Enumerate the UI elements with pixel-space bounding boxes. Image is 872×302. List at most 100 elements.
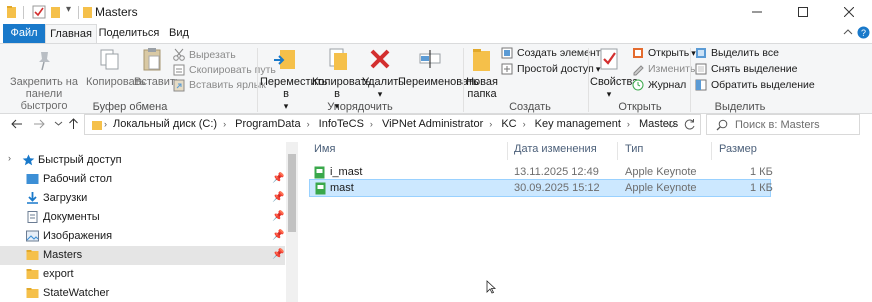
file-size: 1 КБ bbox=[750, 182, 773, 194]
properties-check-icon[interactable] bbox=[32, 5, 46, 19]
file-date: 13.11.2025 12:49 bbox=[514, 166, 599, 178]
nav-item-pictures[interactable]: Изображения 📌 bbox=[0, 227, 285, 246]
edit-button[interactable]: Изменить bbox=[631, 62, 695, 76]
breadcrumb-separator-icon[interactable]: › bbox=[301, 119, 316, 129]
breadcrumb-item[interactable]: Key management bbox=[535, 118, 621, 130]
paste-shortcut-button[interactable]: Вставить ярлык bbox=[172, 78, 266, 92]
delete-x-icon bbox=[370, 49, 390, 69]
cut-label: Вырезать bbox=[189, 49, 236, 61]
scrollbar-thumb[interactable] bbox=[288, 154, 296, 232]
rename-button[interactable]: Переименовать bbox=[398, 46, 479, 88]
new-group-label: Создать bbox=[509, 101, 551, 113]
close-button[interactable] bbox=[826, 0, 872, 24]
column-header-size[interactable]: Размер bbox=[719, 143, 757, 155]
pin-icon[interactable]: 📌 bbox=[272, 192, 284, 203]
file-size: 1 КБ bbox=[750, 166, 773, 178]
help-icon[interactable]: ? bbox=[857, 26, 870, 39]
new-folder-icon[interactable] bbox=[50, 5, 62, 19]
nav-item-label: Загрузки bbox=[43, 192, 88, 204]
window-title: Masters bbox=[95, 5, 138, 19]
up-arrow-icon[interactable] bbox=[68, 117, 79, 130]
breadcrumb-item[interactable]: KC bbox=[501, 118, 516, 130]
nav-pane-scrollbar[interactable] bbox=[286, 142, 298, 302]
cut-button[interactable]: Вырезать bbox=[172, 48, 236, 62]
copy-button[interactable]: Копировать bbox=[86, 46, 145, 88]
close-icon bbox=[844, 7, 854, 17]
column-header-date[interactable]: Дата изменения bbox=[514, 143, 597, 155]
new-item-icon bbox=[501, 47, 513, 59]
recent-locations-chevron-icon[interactable] bbox=[54, 119, 63, 128]
pin-icon bbox=[39, 52, 50, 71]
column-divider[interactable] bbox=[617, 142, 618, 160]
select-none-button[interactable]: Снять выделение bbox=[694, 62, 797, 76]
pin-icon[interactable]: 📌 bbox=[272, 173, 284, 184]
nav-item-desktop[interactable]: Рабочий стол 📌 bbox=[0, 170, 285, 189]
move-to-icon bbox=[274, 50, 295, 69]
nav-item-statewatcher[interactable]: StateWatcher bbox=[0, 284, 285, 302]
column-divider[interactable] bbox=[507, 142, 508, 160]
maximize-button[interactable] bbox=[780, 0, 826, 24]
navigation-bar: › Локальный диск (C:) › ProgramData › Info… bbox=[0, 114, 872, 136]
mouse-cursor-icon bbox=[486, 280, 496, 294]
delete-button[interactable]: Удалить ▾ bbox=[362, 46, 404, 100]
breadcrumb: Локальный диск (C:) › ProgramData › InfoTe… bbox=[113, 118, 678, 130]
history-button[interactable]: Журнал bbox=[631, 78, 686, 92]
breadcrumb-item[interactable]: ProgramData bbox=[235, 118, 300, 130]
refresh-icon[interactable] bbox=[683, 118, 696, 131]
chevron-down-icon[interactable]: › bbox=[8, 153, 11, 163]
pin-icon[interactable]: 📌 bbox=[272, 249, 284, 260]
forward-arrow-icon[interactable] bbox=[33, 118, 46, 130]
minimize-button[interactable] bbox=[734, 0, 780, 24]
breadcrumb-separator-icon[interactable]: › bbox=[483, 119, 498, 129]
column-header-type[interactable]: Тип bbox=[625, 143, 643, 155]
open-button[interactable]: Открыть ▾ bbox=[631, 46, 696, 60]
nav-quick-access[interactable]: › Быстрый доступ bbox=[0, 151, 285, 170]
search-box[interactable]: Поиск в: Masters bbox=[706, 114, 860, 135]
select-none-icon bbox=[695, 63, 707, 75]
address-bar[interactable]: › Локальный диск (C:) › ProgramData › Info… bbox=[84, 114, 701, 135]
new-folder-label: Новая папка bbox=[466, 76, 498, 100]
nav-item-documents[interactable]: Документы 📌 bbox=[0, 208, 285, 227]
new-folder-button[interactable]: Новая папка bbox=[466, 46, 498, 100]
folder-icon bbox=[92, 121, 102, 130]
address-history-chevron-icon[interactable] bbox=[667, 121, 676, 130]
file-name: i_mast bbox=[330, 166, 363, 178]
breadcrumb-item[interactable]: ViPNet Administrator bbox=[382, 118, 483, 130]
easy-access-button[interactable]: Простой доступ ▾ bbox=[500, 62, 600, 76]
chevron-up-icon[interactable] bbox=[843, 27, 853, 37]
properties-button[interactable]: Свойства ▾ bbox=[590, 46, 638, 100]
breadcrumb-separator-icon[interactable]: › bbox=[517, 119, 532, 129]
nav-item-downloads[interactable]: Загрузки 📌 bbox=[0, 189, 285, 208]
quick-access-dropdown[interactable]: ▾ bbox=[66, 4, 71, 15]
breadcrumb-separator-icon[interactable]: › bbox=[621, 119, 636, 129]
column-header-name[interactable]: Имя bbox=[314, 143, 335, 155]
tab-home[interactable]: Главная bbox=[45, 24, 97, 44]
back-arrow-icon[interactable] bbox=[10, 118, 23, 130]
nav-item-masters[interactable]: Masters 📌 bbox=[0, 246, 285, 265]
chevron-right-icon: › bbox=[104, 119, 107, 129]
column-divider[interactable] bbox=[711, 142, 712, 160]
invert-selection-icon bbox=[695, 79, 707, 91]
star-icon bbox=[22, 154, 35, 166]
table-row[interactable]: mast 30.09.2025 15:12 Apple Keynote 1 КБ bbox=[309, 179, 773, 197]
folder-icon bbox=[26, 288, 39, 298]
pictures-icon bbox=[26, 230, 39, 242]
pin-icon[interactable]: 📌 bbox=[272, 211, 284, 222]
tab-share[interactable]: Поделиться bbox=[98, 24, 160, 43]
invert-selection-button[interactable]: Обратить выделение bbox=[694, 78, 815, 92]
paste-shortcut-icon bbox=[173, 79, 185, 92]
pin-icon[interactable]: 📌 bbox=[272, 230, 284, 241]
breadcrumb-item[interactable]: Локальный диск (C:) bbox=[113, 118, 217, 130]
paste-button[interactable]: Вставить bbox=[134, 46, 181, 88]
tab-view[interactable]: Вид bbox=[162, 24, 196, 43]
copy-to-icon bbox=[329, 48, 347, 70]
select-all-button[interactable]: Выделить все bbox=[694, 46, 779, 60]
nav-item-export[interactable]: export bbox=[0, 265, 285, 284]
tab-file[interactable]: Файл bbox=[3, 24, 45, 43]
breadcrumb-separator-icon[interactable]: › bbox=[364, 119, 379, 129]
edit-icon bbox=[633, 65, 644, 76]
nav-quick-access-label: Быстрый доступ bbox=[38, 154, 122, 166]
breadcrumb-separator-icon[interactable]: › bbox=[217, 119, 232, 129]
clipboard-group-label: Буфер обмена bbox=[92, 101, 168, 113]
breadcrumb-item[interactable]: InfoTeCS bbox=[319, 118, 364, 130]
